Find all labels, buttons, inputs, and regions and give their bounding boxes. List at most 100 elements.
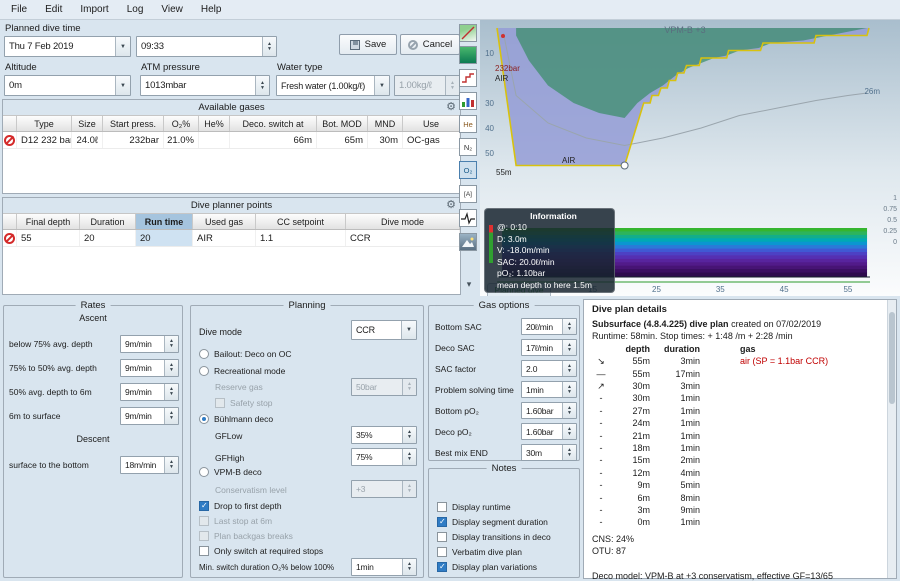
gas-he-cell[interactable] bbox=[199, 132, 230, 148]
water-type-select[interactable]: Fresh water (1.00kg/ℓ) ▼ bbox=[276, 75, 390, 96]
gases-th-use[interactable]: Use bbox=[403, 116, 460, 131]
tissue-heatmap-toggle-icon[interactable] bbox=[459, 46, 477, 64]
ascent-rate-50-input[interactable]: 9m/min▲▼ bbox=[120, 359, 179, 377]
gas-use-cell[interactable]: OC-gas bbox=[403, 132, 460, 148]
gases-th-type[interactable]: Type bbox=[17, 116, 72, 131]
menu-log[interactable]: Log bbox=[118, 2, 153, 17]
display-transitions-checkbox[interactable]: Display transitions in deco bbox=[437, 532, 551, 542]
he-graph-icon[interactable]: He bbox=[459, 115, 477, 133]
gases-th-he[interactable]: He% bbox=[199, 116, 230, 131]
spinner-arrows-icon[interactable]: ▲▼ bbox=[562, 403, 576, 418]
altitude-input[interactable]: 0m ▼ bbox=[4, 75, 131, 96]
gear-icon[interactable]: ⚙ bbox=[446, 100, 456, 113]
spinner-arrows-icon[interactable]: ▲▼ bbox=[164, 336, 178, 352]
radio-icon[interactable] bbox=[199, 366, 209, 376]
deco-sac-input[interactable]: 17ℓ/min▲▼ bbox=[521, 339, 577, 356]
dropdown-arrow-icon[interactable]: ▼ bbox=[115, 76, 130, 95]
display-segment-duration-checkbox[interactable]: Display segment duration bbox=[437, 517, 548, 527]
spinner-arrows-icon[interactable]: ▲▼ bbox=[562, 445, 576, 460]
bottom-sac-input[interactable]: 20ℓ/min▲▼ bbox=[521, 318, 577, 335]
pressure-graph-icon[interactable] bbox=[459, 69, 477, 87]
heart-rate-icon[interactable] bbox=[459, 209, 477, 227]
checkbox-checked-icon[interactable] bbox=[199, 501, 209, 511]
gases-th-decoswitch[interactable]: Deco. switch at bbox=[230, 116, 317, 131]
dive-date-select[interactable]: Thu 7 Feb 2019 ▼ bbox=[4, 36, 131, 57]
dive-plan-text[interactable]: Subsurface (4.8.4.225) dive plan created… bbox=[592, 318, 884, 581]
dropdown-arrow-icon[interactable]: ▼ bbox=[374, 76, 389, 95]
display-runtime-checkbox[interactable]: Display runtime bbox=[437, 502, 511, 512]
gas-o2-cell[interactable]: 21.0% bbox=[164, 132, 199, 148]
gas-graph-icon[interactable] bbox=[459, 92, 477, 110]
recreational-radio[interactable]: Recreational mode bbox=[199, 366, 285, 376]
checkbox-icon[interactable] bbox=[437, 532, 447, 542]
spinner-arrows-icon[interactable]: ▲▼ bbox=[402, 449, 416, 465]
sac-factor-input[interactable]: 2.0▲▼ bbox=[521, 360, 577, 377]
gases-th-mnd[interactable]: MND bbox=[368, 116, 403, 131]
information-tooltip[interactable]: Information @: 0:10 D: 3.0m V: -18.0m/mi… bbox=[484, 208, 615, 293]
gas-mnd-cell[interactable]: 30m bbox=[368, 132, 403, 148]
scroll-down-icon[interactable]: ▾ bbox=[461, 276, 477, 292]
min-switch-duration-input[interactable]: 1min▲▼ bbox=[351, 558, 417, 576]
radio-checked-icon[interactable] bbox=[199, 414, 209, 424]
ascent-rate-6m-input[interactable]: 9m/min▲▼ bbox=[120, 383, 179, 401]
buhlmann-radio[interactable]: Bühlmann deco bbox=[199, 414, 273, 424]
details-scrollbar[interactable] bbox=[887, 300, 896, 578]
spinner-arrows-icon[interactable]: ▲▼ bbox=[164, 408, 178, 424]
spinner-arrows-icon[interactable]: ▲▼ bbox=[562, 319, 576, 334]
photos-icon[interactable] bbox=[459, 233, 477, 251]
dropdown-arrow-icon[interactable]: ▼ bbox=[115, 37, 130, 56]
remove-icon[interactable] bbox=[4, 135, 15, 146]
checkbox-checked-icon[interactable] bbox=[437, 517, 447, 527]
bottom-po2-input[interactable]: 1.60bar▲▼ bbox=[521, 402, 577, 419]
gases-th-size[interactable]: Size bbox=[72, 116, 103, 131]
radio-icon[interactable] bbox=[199, 349, 209, 359]
checkbox-icon[interactable] bbox=[199, 546, 209, 556]
dive-mode-select[interactable]: CCR▼ bbox=[351, 320, 417, 340]
gas-startpress-cell[interactable]: 232bar bbox=[103, 132, 164, 148]
point-ccsetpoint-cell[interactable]: 1.1 bbox=[256, 230, 346, 246]
spinner-arrows-icon[interactable]: ▲▼ bbox=[562, 382, 576, 397]
points-th-finaldepth[interactable]: Final depth bbox=[17, 214, 80, 229]
ascent-rate-surface-input[interactable]: 9m/min▲▼ bbox=[120, 407, 179, 425]
points-th-runtime[interactable]: Run time bbox=[136, 214, 193, 229]
gases-th-o2[interactable]: O₂% bbox=[164, 116, 199, 131]
gflow-input[interactable]: 35%▲▼ bbox=[351, 426, 417, 444]
bailout-radio[interactable]: Bailout: Deco on OC bbox=[199, 349, 291, 359]
waypoint-handle[interactable] bbox=[621, 162, 628, 169]
point-usedgas-cell[interactable]: AIR bbox=[193, 230, 256, 246]
spinner-arrows-icon[interactable]: ▲▼ bbox=[562, 424, 576, 439]
menu-view[interactable]: View bbox=[152, 2, 192, 17]
problem-time-input[interactable]: 1min▲▼ bbox=[521, 381, 577, 398]
drop-first-depth-checkbox[interactable]: Drop to first depth bbox=[199, 501, 282, 511]
spinner-arrows-icon[interactable]: ▲▼ bbox=[164, 384, 178, 400]
gas-size-cell[interactable]: 24.0ℓ bbox=[72, 132, 103, 148]
points-th-duration[interactable]: Duration bbox=[80, 214, 136, 229]
delete-gas-cell[interactable] bbox=[3, 132, 17, 148]
deco-po2-input[interactable]: 1.60bar▲▼ bbox=[521, 423, 577, 440]
point-duration-cell[interactable]: 20 bbox=[80, 230, 136, 246]
descent-rate-input[interactable]: 18m/min▲▼ bbox=[120, 456, 179, 474]
ascent-rate-75-input[interactable]: 9m/min▲▼ bbox=[120, 335, 179, 353]
only-switch-checkbox[interactable]: Only switch at required stops bbox=[199, 546, 323, 556]
delete-point-cell[interactable] bbox=[3, 230, 17, 246]
checkbox-icon[interactable] bbox=[437, 502, 447, 512]
spinner-arrows-icon[interactable]: ▲▼ bbox=[562, 340, 576, 355]
points-th-usedgas[interactable]: Used gas bbox=[193, 214, 256, 229]
save-button[interactable]: Save bbox=[339, 34, 397, 55]
menu-help[interactable]: Help bbox=[192, 2, 231, 17]
tissues-graph-icon[interactable]: [A] bbox=[459, 185, 477, 203]
gas-botm od-cell[interactable]: 65m bbox=[317, 132, 368, 148]
spinner-arrows-icon[interactable]: ▲▼ bbox=[402, 559, 416, 575]
gas-decoswitch-cell[interactable]: 66m bbox=[230, 132, 317, 148]
menu-import[interactable]: Import bbox=[71, 2, 117, 17]
gases-th-botmod[interactable]: Bot. MOD bbox=[317, 116, 368, 131]
gfhigh-input[interactable]: 75%▲▼ bbox=[351, 448, 417, 466]
point-divemode-cell[interactable]: CCR bbox=[346, 230, 460, 246]
vpmb-radio[interactable]: VPM-B deco bbox=[199, 467, 262, 477]
spinner-arrows-icon[interactable]: ▲▼ bbox=[562, 361, 576, 376]
menu-file[interactable]: File bbox=[2, 2, 36, 17]
checkbox-checked-icon[interactable] bbox=[437, 562, 447, 572]
points-table-row[interactable]: 55 20 20 AIR 1.1 CCR bbox=[3, 230, 460, 247]
point-runtime-cell[interactable]: 20 bbox=[136, 230, 193, 246]
scrollbar-thumb[interactable] bbox=[889, 312, 895, 404]
